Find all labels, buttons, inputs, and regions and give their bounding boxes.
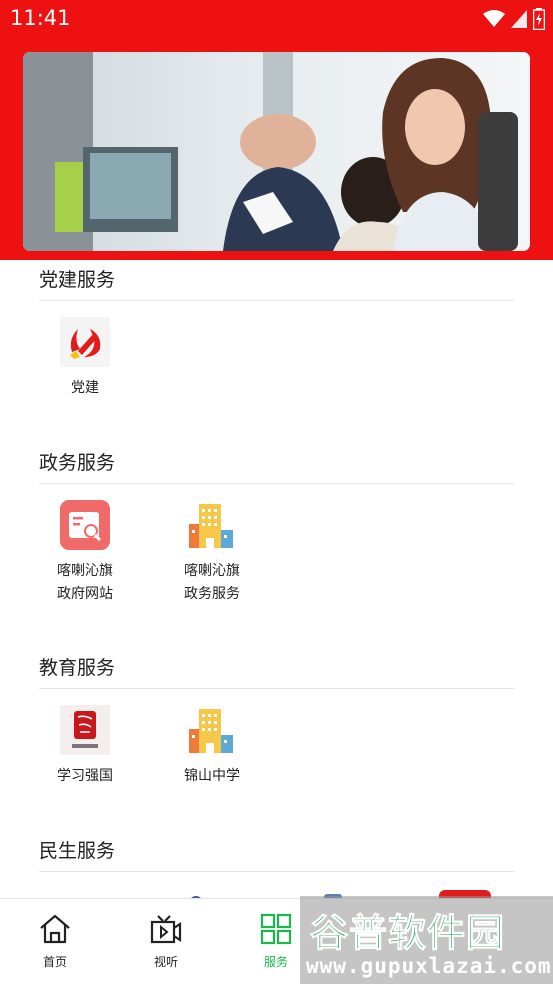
battery-icon (533, 8, 545, 30)
service-xuexi-qiangguo[interactable]: 学习强国 (39, 705, 131, 788)
nav-label: 视听 (153, 955, 178, 969)
web-document-icon (60, 500, 110, 550)
service-jinshan-school[interactable]: 锦山中学 (166, 705, 258, 788)
grid-icon (260, 913, 292, 945)
service-gov-affairs[interactable]: 喀喇沁旗 政务服务 (166, 500, 258, 606)
service-gov-website[interactable]: 喀喇沁旗 政府网站 (39, 500, 131, 606)
party-emblem-icon (60, 317, 110, 367)
tv-icon (150, 915, 182, 944)
service-label: 锦山中学 (184, 768, 240, 784)
section-party: 党建服务 党建 (39, 260, 515, 396)
section-education: 教育服务 学习强国 锦山中学 (39, 648, 515, 784)
status-time: 11:41 (10, 6, 71, 30)
service-party-building[interactable]: 党建 (39, 317, 131, 400)
office-scene-illustration (23, 52, 530, 251)
service-list[interactable]: 党建服务 党建 政务服务 喀喇沁旗 政府网站 喀喇沁旗 政务服务 教育服务 学习… (0, 260, 553, 898)
nav-label: 首页 (42, 955, 67, 969)
service-label: 学习强国 (57, 768, 113, 784)
buildings-icon (189, 504, 233, 548)
nav-home[interactable]: 首页 (0, 899, 110, 985)
signal-icon (511, 10, 527, 28)
nav-audiovisual[interactable]: 视听 (111, 899, 221, 985)
section-title: 教育服务 (39, 648, 515, 689)
section-title: 政务服务 (39, 443, 515, 484)
wifi-icon (483, 10, 505, 27)
banner-image[interactable] (23, 52, 530, 251)
service-label: 喀喇沁旗 政府网站 (57, 563, 113, 602)
status-bar: 11:41 (0, 0, 553, 38)
section-livelihood: 民生服务 (39, 831, 515, 898)
watermark-url: www.gupuxlazai.com (306, 954, 552, 978)
section-title: 党建服务 (39, 260, 515, 301)
service-label: 喀喇沁旗 政务服务 (184, 563, 240, 602)
buildings-icon (189, 709, 233, 753)
watermark: 谷普软件园 www.gupuxlazai.com (300, 896, 553, 984)
watermark-title: 谷普软件园 (309, 911, 506, 956)
section-government: 政务服务 喀喇沁旗 政府网站 喀喇沁旗 政务服务 (39, 443, 515, 602)
section-title: 民生服务 (39, 831, 515, 872)
home-icon (40, 914, 70, 944)
status-icons (483, 8, 545, 30)
xuexi-qiangguo-icon (60, 705, 110, 755)
service-label: 党建 (71, 380, 99, 396)
